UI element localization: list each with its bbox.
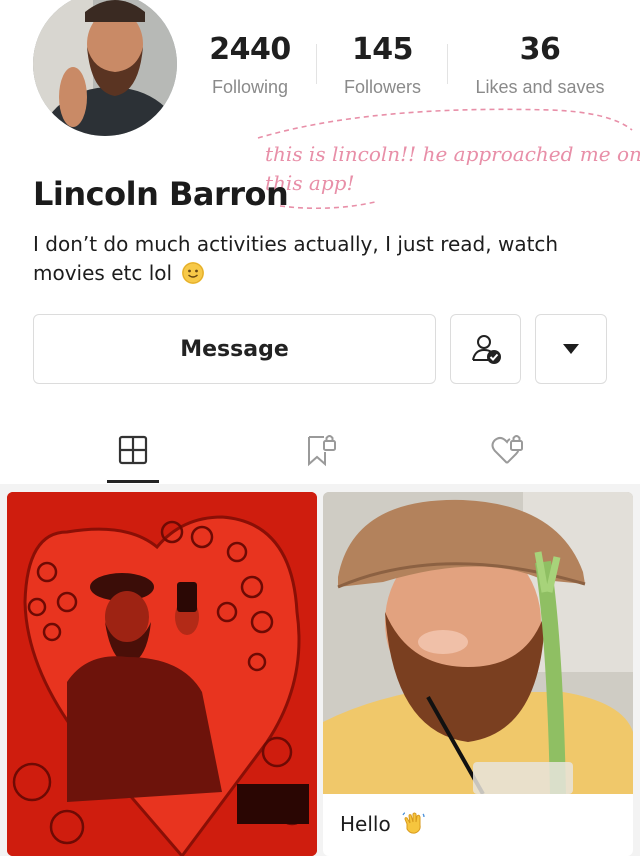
- post-image: [323, 492, 633, 794]
- post-image: [7, 492, 317, 856]
- profile-avatar[interactable]: [33, 0, 177, 136]
- message-button[interactable]: Message: [33, 314, 436, 384]
- more-options-button[interactable]: [535, 314, 607, 384]
- stat-followers[interactable]: 145 Followers: [335, 32, 430, 98]
- smile-emoji-icon: [182, 262, 205, 284]
- caret-down-icon: [563, 344, 579, 354]
- grid-icon: [118, 435, 148, 465]
- likes-saves-count: 36: [519, 32, 561, 67]
- active-tab-indicator: [107, 480, 159, 483]
- heart-lock-icon: [491, 435, 523, 464]
- profile-tabs: [0, 420, 640, 483]
- bookmark-lock-icon: [308, 435, 336, 467]
- followers-count: 145: [351, 32, 414, 67]
- post-card[interactable]: Hello: [323, 492, 633, 856]
- stat-divider: [316, 44, 317, 84]
- stat-following[interactable]: 2440 Following: [205, 32, 295, 98]
- followers-label: Followers: [343, 77, 422, 97]
- profile-bio-text: I don’t do much activities actually, I j…: [33, 232, 559, 285]
- following-label: Following: [211, 77, 289, 97]
- person-check-icon: [471, 335, 501, 364]
- profile-bio: I don’t do much activities actually, I j…: [33, 230, 593, 288]
- post-card[interactable]: [7, 492, 317, 856]
- profile-name: Lincoln Barron: [33, 175, 289, 213]
- stat-divider: [447, 44, 448, 84]
- annotation-note: this is lincoln!! he approached me on th…: [265, 140, 640, 198]
- annotation-line-2: this app!: [265, 171, 355, 195]
- tab-posts[interactable]: [113, 430, 153, 470]
- following-status-button[interactable]: [450, 314, 521, 384]
- following-count: 2440: [209, 32, 291, 67]
- tab-saved[interactable]: [300, 430, 340, 470]
- avatar-image: [33, 0, 177, 136]
- waving-hand-icon: [402, 812, 425, 834]
- post-title: Hello: [340, 810, 427, 836]
- likes-saves-label: Likes and saves: [475, 77, 605, 97]
- stat-likes-saves[interactable]: 36 Likes and saves: [465, 32, 615, 98]
- annotation-line-1: this is lincoln!! he approached me on: [265, 142, 640, 166]
- tab-liked[interactable]: [487, 430, 527, 470]
- post-title-text: Hello: [340, 812, 391, 836]
